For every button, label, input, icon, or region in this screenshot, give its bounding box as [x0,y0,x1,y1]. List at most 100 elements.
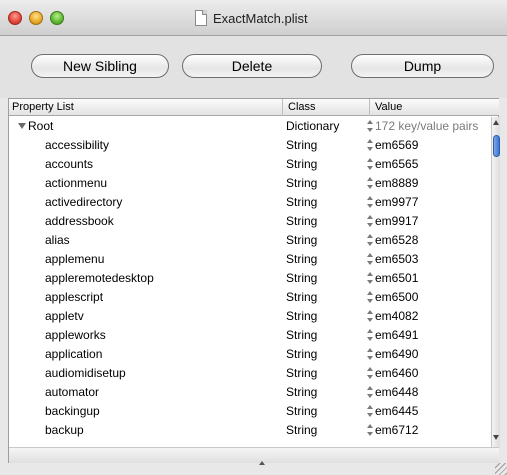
stepper-icon[interactable] [366,269,374,288]
scrollbar-thumb[interactable] [493,135,500,157]
minimize-window-button[interactable] [29,11,43,25]
table-row[interactable]: accessibility String em6569 [9,136,489,155]
class-cell[interactable]: String [286,155,317,174]
class-cell[interactable]: String [286,174,317,193]
dump-button[interactable]: Dump [351,54,494,78]
root-class-cell[interactable]: Dictionary [286,117,339,136]
zoom-window-button[interactable] [50,11,64,25]
table-row[interactable]: automator String em6448 [9,383,489,402]
value-cell[interactable]: em6712 [375,421,418,440]
table-row[interactable]: appleworks String em6491 [9,326,489,345]
stepper-icon[interactable] [366,193,374,212]
key-cell[interactable]: accessibility [45,136,109,155]
table-row[interactable]: appletv String em4082 [9,307,489,326]
table-row[interactable]: activedirectory String em9977 [9,193,489,212]
class-cell[interactable]: String [286,421,317,440]
value-cell[interactable]: em6491 [375,326,418,345]
table-row[interactable]: actionmenu String em8889 [9,174,489,193]
key-cell[interactable]: addressbook [45,212,114,231]
value-cell[interactable]: em6445 [375,402,418,421]
class-cell[interactable]: String [286,269,317,288]
stepper-icon[interactable] [366,364,374,383]
key-cell[interactable]: applescript [45,288,103,307]
stepper-icon[interactable] [366,402,374,421]
class-cell[interactable]: String [286,383,317,402]
stepper-icon[interactable] [366,155,374,174]
value-cell[interactable]: em6569 [375,136,418,155]
class-cell[interactable]: String [286,326,317,345]
value-cell[interactable]: em6500 [375,288,418,307]
class-cell[interactable]: String [286,193,317,212]
table-row[interactable]: backingup String em6445 [9,402,489,421]
table-row[interactable]: applescript String em6500 [9,288,489,307]
value-cell[interactable]: em6460 [375,364,418,383]
close-window-button[interactable] [8,11,22,25]
scroll-down-arrow-icon[interactable] [493,435,499,440]
value-cell[interactable]: em6503 [375,250,418,269]
column-header-class[interactable]: Class [283,99,370,116]
stepper-icon[interactable] [366,174,374,193]
class-cell[interactable]: String [286,250,317,269]
key-cell[interactable]: applemenu [45,250,104,269]
column-header-value[interactable]: Value [370,99,500,116]
stepper-icon[interactable] [366,250,374,269]
vertical-scrollbar[interactable] [491,117,500,447]
disclosure-triangle-icon[interactable] [18,123,26,129]
value-cell[interactable]: em9977 [375,193,418,212]
key-cell[interactable]: backingup [45,402,100,421]
key-cell[interactable]: audiomidisetup [45,364,126,383]
table-row[interactable]: addressbook String em9917 [9,212,489,231]
value-cell[interactable]: em6528 [375,231,418,250]
value-cell[interactable]: em6448 [375,383,418,402]
class-cell[interactable]: String [286,231,317,250]
new-sibling-button[interactable]: New Sibling [31,54,169,78]
class-cell[interactable]: String [286,402,317,421]
class-cell[interactable]: String [286,345,317,364]
key-cell[interactable]: actionmenu [45,174,107,193]
value-cell[interactable]: em4082 [375,307,418,326]
key-cell[interactable]: appletv [45,307,84,326]
value-cell[interactable]: em6501 [375,269,418,288]
scroll-up-arrow-icon[interactable] [493,120,499,125]
stepper-icon[interactable] [366,345,374,364]
table-row[interactable]: accounts String em6565 [9,155,489,174]
stepper-icon[interactable] [366,307,374,326]
stepper-icon[interactable] [366,421,374,440]
value-cell[interactable]: em6565 [375,155,418,174]
class-cell[interactable]: String [286,364,317,383]
stepper-icon[interactable] [366,212,374,231]
key-cell[interactable]: alias [45,231,70,250]
stepper-icon[interactable] [366,383,374,402]
delete-button[interactable]: Delete [182,54,322,78]
value-cell[interactable]: em6490 [375,345,418,364]
stepper-icon[interactable] [366,326,374,345]
key-cell[interactable]: activedirectory [45,193,122,212]
table-row[interactable]: backup String em6712 [9,421,489,440]
stepper-icon[interactable] [366,136,374,155]
key-cell[interactable]: application [45,345,102,364]
root-key-cell[interactable]: Root [18,117,53,136]
class-cell[interactable]: String [286,212,317,231]
stepper-icon[interactable] [366,231,374,250]
table-row[interactable]: application String em6490 [9,345,489,364]
table-row[interactable]: applemenu String em6503 [9,250,489,269]
class-cell[interactable]: String [286,307,317,326]
key-cell[interactable]: accounts [45,155,93,174]
window-resize-grip-icon[interactable] [495,463,507,475]
key-cell[interactable]: backup [45,421,84,440]
title-bar[interactable]: ExactMatch.plist [0,0,507,36]
table-row[interactable]: appleremotedesktop String em6501 [9,269,489,288]
horizontal-scrollbar[interactable] [9,447,499,465]
table-row[interactable]: audiomidisetup String em6460 [9,364,489,383]
key-cell[interactable]: appleworks [45,326,106,345]
class-cell[interactable]: String [286,136,317,155]
key-cell[interactable]: appleremotedesktop [45,269,154,288]
column-header-property-list[interactable]: Property List [9,99,283,116]
value-cell[interactable]: em8889 [375,174,418,193]
table-row[interactable]: alias String em6528 [9,231,489,250]
value-cell[interactable]: em9917 [375,212,418,231]
class-cell[interactable]: String [286,288,317,307]
stepper-icon[interactable] [366,117,374,136]
table-row-root[interactable]: Root Dictionary 172 key/value pairs [9,117,489,136]
key-cell[interactable]: automator [45,383,99,402]
